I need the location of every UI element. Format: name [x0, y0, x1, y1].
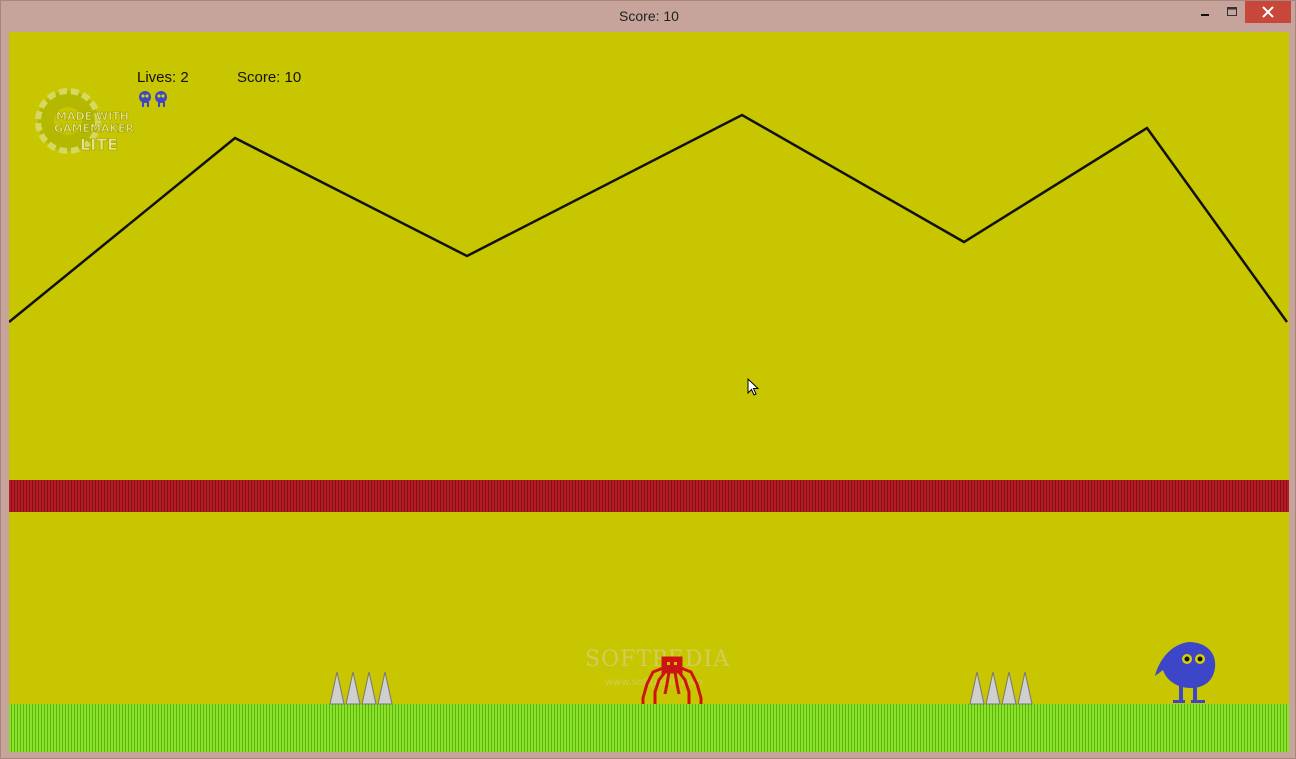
spike [1017, 671, 1033, 705]
close-button[interactable] [1245, 1, 1291, 23]
spider-enemy [641, 656, 703, 704]
spike [377, 671, 393, 705]
spike [969, 671, 985, 705]
spike [1001, 671, 1017, 705]
mouse-cursor-icon [747, 377, 760, 396]
maximize-button[interactable] [1219, 1, 1245, 23]
mountain-path [9, 113, 1289, 323]
lava-band [9, 480, 1289, 512]
mountain-line [9, 113, 1289, 323]
minimize-icon [1201, 14, 1209, 16]
game-canvas[interactable]: MADE WITH GAMEMAKER LITE Lives: 2 Score:… [9, 32, 1289, 752]
game-window: Score: 10 MADE WITH GAMEMAKER LITE Lives… [0, 0, 1296, 759]
spike [345, 671, 361, 705]
maximize-icon [1227, 7, 1237, 16]
player-character [1155, 642, 1216, 703]
spike [361, 671, 377, 705]
spikes-left [329, 671, 393, 705]
close-icon [1262, 6, 1274, 18]
spike [329, 671, 345, 705]
minimize-button[interactable] [1191, 1, 1219, 23]
grass-ground [9, 704, 1289, 752]
spikes-right [969, 671, 1033, 705]
spike [985, 671, 1001, 705]
title-bar[interactable]: Score: 10 [1, 1, 1296, 31]
window-title: Score: 10 [619, 8, 679, 24]
